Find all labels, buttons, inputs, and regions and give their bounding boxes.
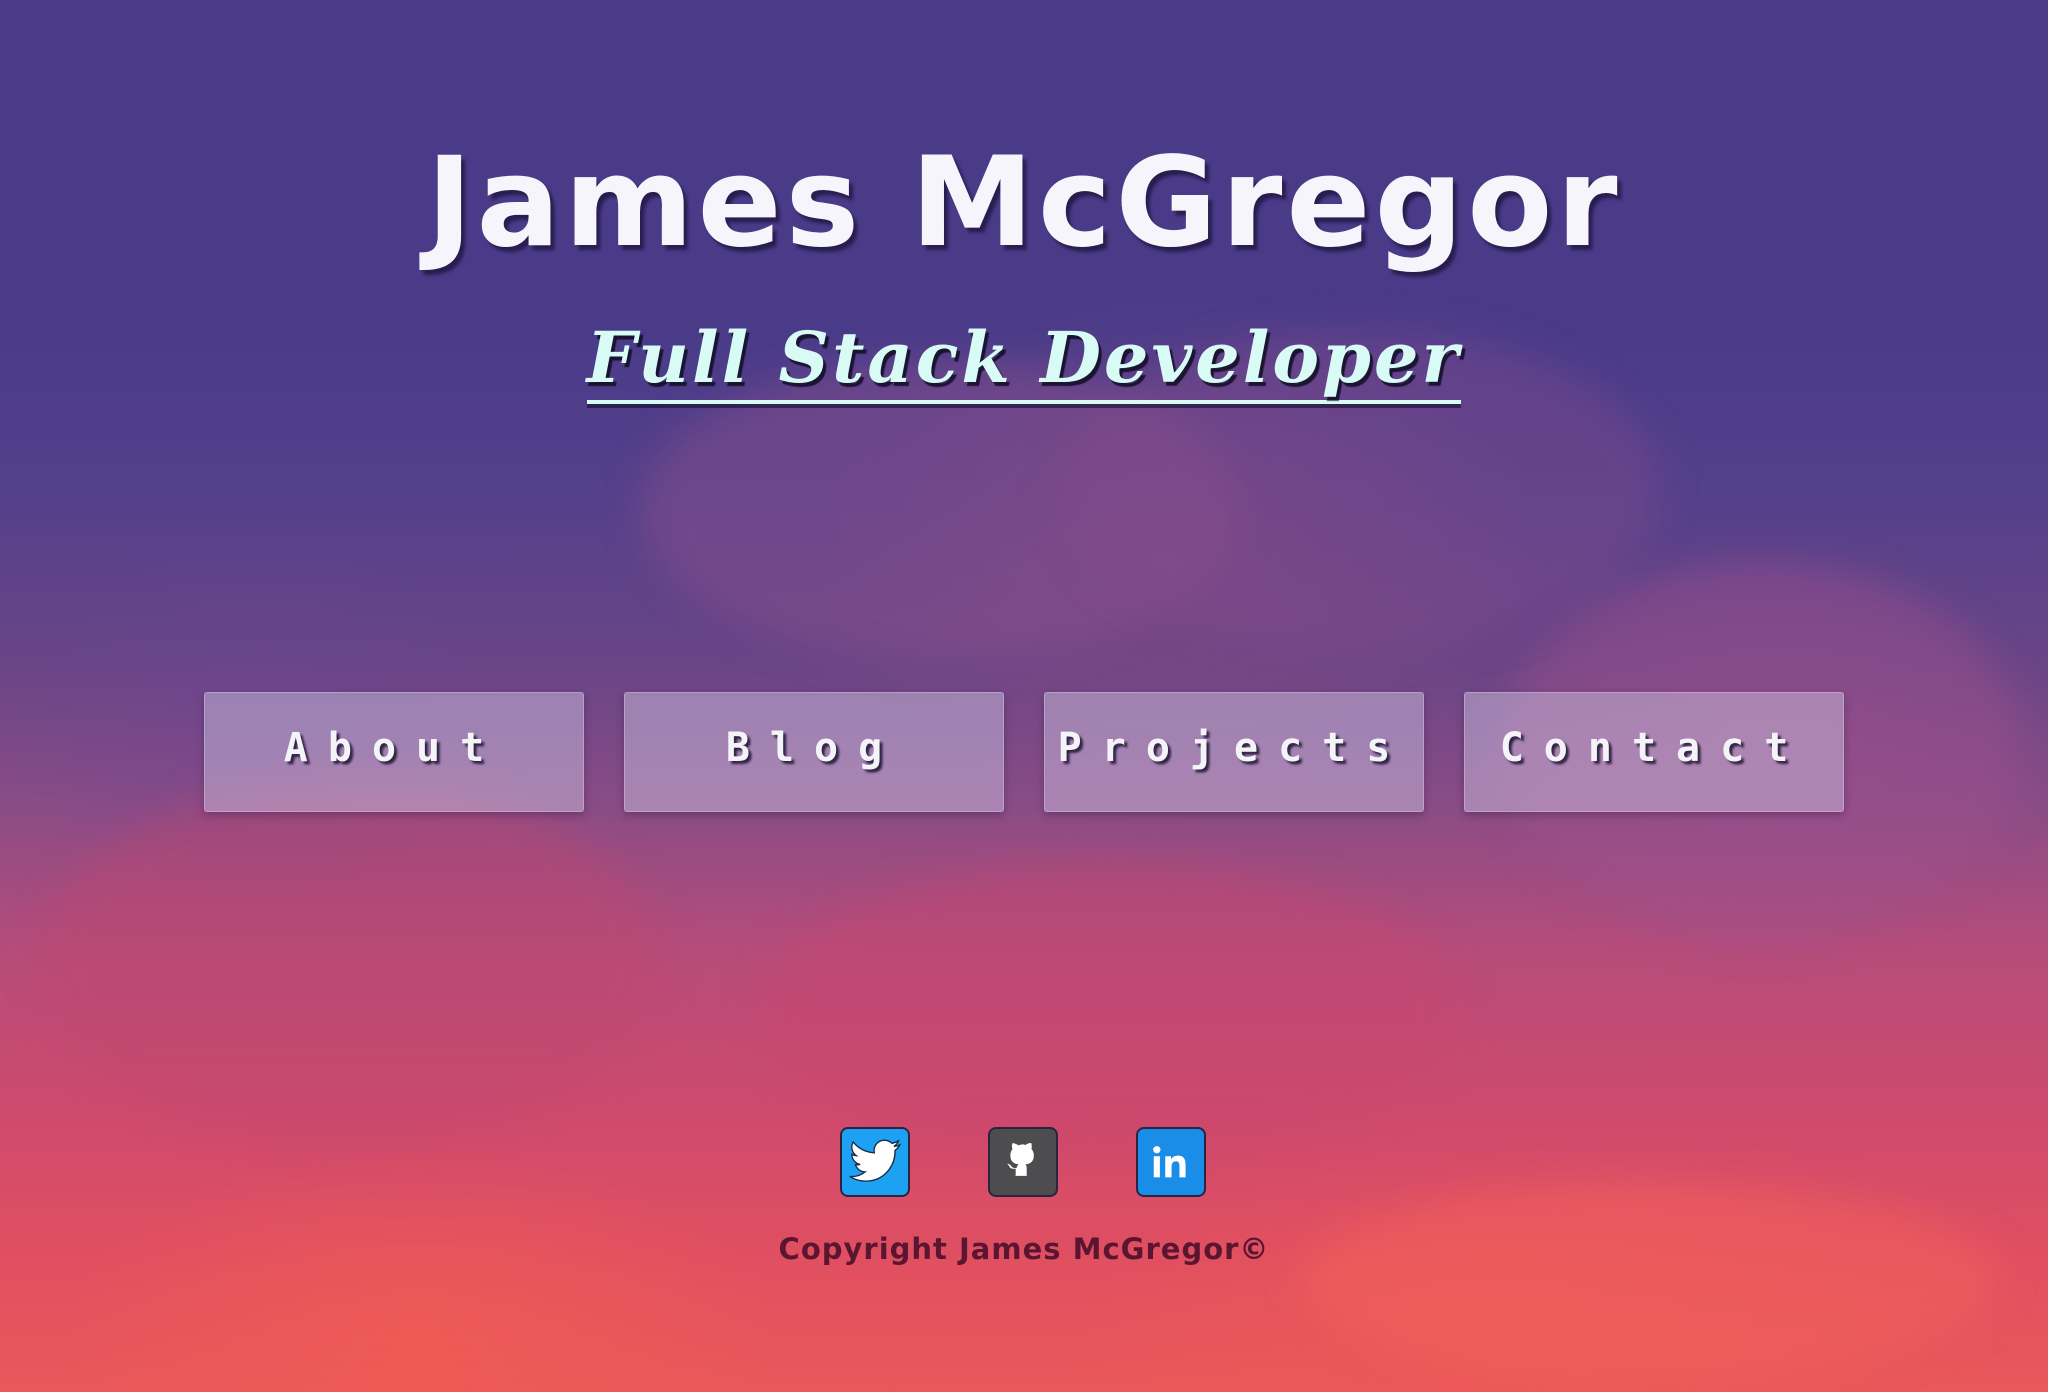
page-title: James McGregor	[426, 131, 1622, 275]
github-icon[interactable]	[988, 1127, 1058, 1197]
tagline: Full Stack Developer	[0, 318, 2048, 404]
cloud	[760, 860, 1460, 1160]
nav-button-label: About	[283, 725, 505, 771]
cloud	[40, 780, 660, 1140]
main-nav: About Blog Projects Contact	[204, 692, 1844, 812]
nav-button-label: Contact	[1499, 725, 1809, 771]
copyright: Copyright James McGregor©	[778, 1232, 1270, 1266]
nav-button-label: Projects	[1057, 725, 1411, 771]
nav-button-blog[interactable]: Blog	[624, 692, 1004, 812]
twitter-icon[interactable]	[840, 1127, 910, 1197]
nav-button-about[interactable]: About	[204, 692, 584, 812]
linkedin-icon[interactable]	[1136, 1127, 1206, 1197]
nav-button-projects[interactable]: Projects	[1044, 692, 1424, 812]
social-links	[840, 1127, 1208, 1197]
nav-button-contact[interactable]: Contact	[1464, 692, 1844, 812]
cloud	[1300, 1180, 2000, 1380]
tagline-text: Full Stack Developer	[586, 318, 1462, 404]
nav-button-label: Blog	[725, 725, 903, 771]
